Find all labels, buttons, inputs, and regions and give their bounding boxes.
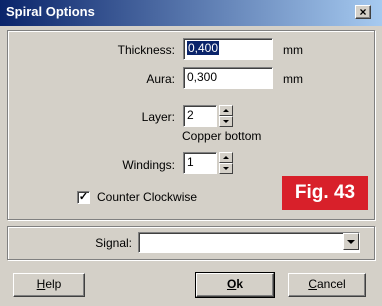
thickness-label: Thickness: [117, 43, 175, 57]
aura-input[interactable]: 0,300 [183, 67, 273, 89]
windings-spin-up-button[interactable] [219, 152, 233, 163]
windings-label: Windings: [122, 158, 175, 172]
help-label-rest: elp [45, 277, 62, 291]
layer-value: 2 [187, 108, 194, 122]
arrow-up-icon [223, 109, 229, 112]
ok-button[interactable]: Ok [195, 272, 275, 298]
layer-input[interactable]: 2 [183, 105, 217, 127]
arrow-up-icon [223, 156, 229, 159]
signal-label: Signal: [95, 236, 132, 250]
check-mark-icon: ✓ [78, 191, 89, 203]
cancel-label-accel: C [308, 277, 317, 291]
thickness-input[interactable]: 0,400 [183, 38, 273, 60]
help-button[interactable]: Help [13, 273, 85, 297]
close-button[interactable]: × [355, 5, 371, 19]
chevron-down-icon [347, 239, 355, 244]
close-icon: × [359, 5, 367, 19]
counter-clockwise-checkbox[interactable]: ✓ [77, 191, 90, 204]
thickness-value: 0,400 [187, 41, 220, 55]
layer-label: Layer: [141, 110, 175, 124]
counter-clockwise-label[interactable]: Counter Clockwise [97, 190, 197, 204]
aura-label: Aura: [146, 72, 175, 86]
windings-input[interactable]: 1 [183, 152, 217, 174]
signal-dropdown-arrow-button[interactable] [343, 233, 359, 250]
cancel-button[interactable]: Cancel [288, 273, 366, 297]
windings-spin-down-button[interactable] [219, 163, 233, 174]
arrow-down-icon [223, 120, 229, 123]
figure-badge: Fig. 43 [282, 176, 368, 210]
arrow-down-icon [223, 167, 229, 170]
layer-name: Copper bottom [182, 129, 262, 143]
layer-spin-up-button[interactable] [219, 105, 233, 116]
layer-spinner[interactable] [219, 105, 233, 127]
ok-label-rest: k [236, 277, 244, 291]
thickness-unit: mm [283, 43, 303, 57]
window-title: Spiral Options [6, 4, 95, 19]
ok-label-accel: O [226, 277, 237, 291]
layer-spin-down-button[interactable] [219, 116, 233, 127]
windings-value: 1 [187, 155, 194, 169]
signal-dropdown[interactable] [138, 232, 360, 253]
cancel-label-rest: ancel [316, 277, 346, 291]
aura-unit: mm [283, 72, 303, 86]
windings-spinner[interactable] [219, 152, 233, 174]
aura-value: 0,300 [187, 70, 218, 84]
